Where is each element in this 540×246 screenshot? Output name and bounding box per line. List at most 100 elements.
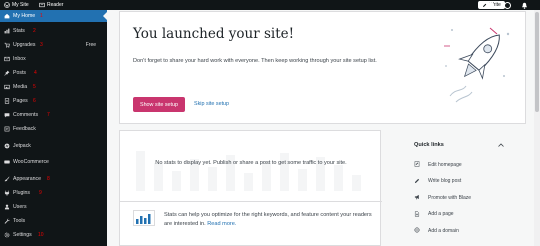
add-page-icon xyxy=(414,210,420,217)
sidebar-item-stats[interactable]: Stats 2 xyxy=(0,25,107,37)
page-edit-icon xyxy=(414,161,420,167)
quick-link-label: Add a domain xyxy=(428,227,459,234)
chevron-up-icon[interactable] xyxy=(498,143,504,147)
upgrades-free-badge: Free xyxy=(85,42,96,49)
sidebar-item-label: WooCommerce xyxy=(13,159,49,166)
sidebar-item-plugins[interactable]: Plugins 9 xyxy=(0,187,107,199)
reader-label: Reader xyxy=(47,2,64,8)
stats-icon xyxy=(4,28,10,34)
annotation-number: 10 xyxy=(38,231,44,238)
sidebar-item-label: Comments xyxy=(13,112,39,119)
stats-chart-icon xyxy=(133,210,155,226)
bell-icon[interactable] xyxy=(521,2,528,9)
sidebar-item-feedback[interactable]: Feedback xyxy=(0,123,107,135)
launch-description: Don't forget to share your hard work wit… xyxy=(133,58,377,64)
stats-empty-message: No stats to display yet. Publish or shar… xyxy=(155,160,347,166)
megaphone-icon xyxy=(414,194,419,200)
sidebar-item-label: Upgrades xyxy=(13,42,36,49)
annotation-number: 1 xyxy=(40,12,43,19)
wrench-icon xyxy=(4,218,10,224)
home-icon xyxy=(4,13,10,19)
annotation-number: 9 xyxy=(39,189,42,196)
stats-divider xyxy=(120,201,382,202)
users-icon xyxy=(4,204,10,210)
quick-link-edit-homepage[interactable]: Edit homepage xyxy=(414,160,524,170)
annotation-number: 3 xyxy=(40,41,43,48)
sidebar-item-label: Plugins xyxy=(13,190,31,197)
media-icon xyxy=(4,84,10,90)
sidebar-item-label: Media xyxy=(13,84,28,91)
rocket-illustration xyxy=(444,27,510,103)
annotation-number: 5 xyxy=(33,83,36,90)
woo-icon xyxy=(4,160,10,164)
active-indicator xyxy=(103,12,107,20)
sidebar-item-jetpack[interactable]: Jetpack xyxy=(0,140,107,152)
skip-site-setup-link[interactable]: Skip site setup xyxy=(194,101,229,107)
stats-promo-text: Stats can help you optimize for the righ… xyxy=(164,212,372,227)
sidebar-item-label: Feedback xyxy=(13,126,36,133)
annotation-number: 8 xyxy=(47,175,50,182)
annotation-number: 2 xyxy=(33,27,36,34)
read-more-link[interactable]: Read more. xyxy=(207,221,236,227)
quick-link-label: Write blog post xyxy=(428,178,462,184)
annotation-number: 6 xyxy=(33,97,36,104)
reader-link[interactable]: Reader xyxy=(39,2,63,8)
annotation-number: 7 xyxy=(47,111,50,118)
sidebar-item-label: Posts xyxy=(13,70,26,77)
launch-title: You launched your site! xyxy=(133,26,295,42)
sidebar-item-posts[interactable]: Posts 4 xyxy=(0,67,107,79)
quick-link-label: Edit homepage xyxy=(428,161,462,168)
mail-icon xyxy=(4,56,10,62)
quick-link-promote-with-blaze[interactable]: Promote with Blaze xyxy=(414,193,524,203)
quick-link-label: Promote with Blaze xyxy=(428,194,472,201)
sidebar-item-comments[interactable]: Comments 7 xyxy=(0,109,107,121)
sidebar-item-inbox[interactable]: Inbox xyxy=(0,53,107,65)
sidebar-item-woocommerce[interactable]: WooCommerce xyxy=(0,156,107,168)
admin-bar: My Site Reader Write xyxy=(0,0,540,10)
sidebar: My Home 1 Stats 2 Upgrades 3 Free Inbox Posts 4 Me… xyxy=(0,10,107,246)
quick-links-panel: Quick links Edit homepage Write blog post… xyxy=(406,130,526,246)
stats-promo: Stats can help you optimize for the righ… xyxy=(164,211,374,229)
wordpress-icon xyxy=(4,2,10,8)
show-site-setup-button[interactable]: Show site setup xyxy=(133,97,185,112)
avatar[interactable] xyxy=(487,1,494,9)
sidebar-item-label: Users xyxy=(13,204,27,211)
jetpack-icon xyxy=(4,143,10,149)
stats-card: No stats to display yet. Publish or shar… xyxy=(119,130,382,246)
comment-icon xyxy=(4,113,10,118)
sidebar-item-label: Pages xyxy=(13,98,28,105)
quick-link-write-blog-post[interactable]: Write blog post xyxy=(414,177,524,187)
launch-card: You launched your site! Don't forget to … xyxy=(119,11,526,124)
my-site-link[interactable]: My Site xyxy=(4,2,29,8)
reader-icon xyxy=(39,2,45,8)
sidebar-item-label: Stats xyxy=(13,28,25,35)
help-icon[interactable] xyxy=(504,1,511,9)
sidebar-item-label: Tools xyxy=(13,218,26,225)
cart-icon xyxy=(4,42,10,48)
sidebar-item-appearance[interactable]: Appearance 8 xyxy=(0,173,107,185)
sidebar-item-users[interactable]: Users xyxy=(0,201,107,213)
pages-icon xyxy=(4,98,10,104)
feedback-icon xyxy=(4,126,10,132)
sidebar-item-settings[interactable]: Settings 10 xyxy=(0,229,107,241)
sidebar-item-label: My Home xyxy=(13,13,36,20)
brush-icon xyxy=(4,176,10,182)
sidebar-item-tools[interactable]: Tools xyxy=(0,215,107,227)
quick-link-label: Add a page xyxy=(428,211,454,217)
sidebar-item-label: Settings xyxy=(13,232,32,239)
sidebar-item-upgrades[interactable]: Upgrades 3 Free xyxy=(0,39,107,51)
scrollbar-thumb[interactable] xyxy=(535,12,539,112)
quick-link-add-a-page[interactable]: Add a page xyxy=(414,210,524,220)
settings-icon xyxy=(4,232,10,238)
sidebar-item-label: Jetpack xyxy=(13,143,31,150)
sidebar-item-my-home[interactable]: My Home 1 xyxy=(0,10,107,22)
sidebar-item-label: Appearance xyxy=(13,176,41,183)
pencil-icon xyxy=(414,178,420,183)
sidebar-item-pages[interactable]: Pages 6 xyxy=(0,95,107,107)
pin-icon xyxy=(4,70,10,76)
sidebar-item-media[interactable]: Media 5 xyxy=(0,81,107,93)
stats-placeholder-chart xyxy=(136,151,361,191)
my-site-label: My Site xyxy=(12,2,29,8)
quick-link-add-a-domain[interactable]: Add a domain xyxy=(414,226,524,236)
sidebar-item-label: Inbox xyxy=(13,56,26,63)
